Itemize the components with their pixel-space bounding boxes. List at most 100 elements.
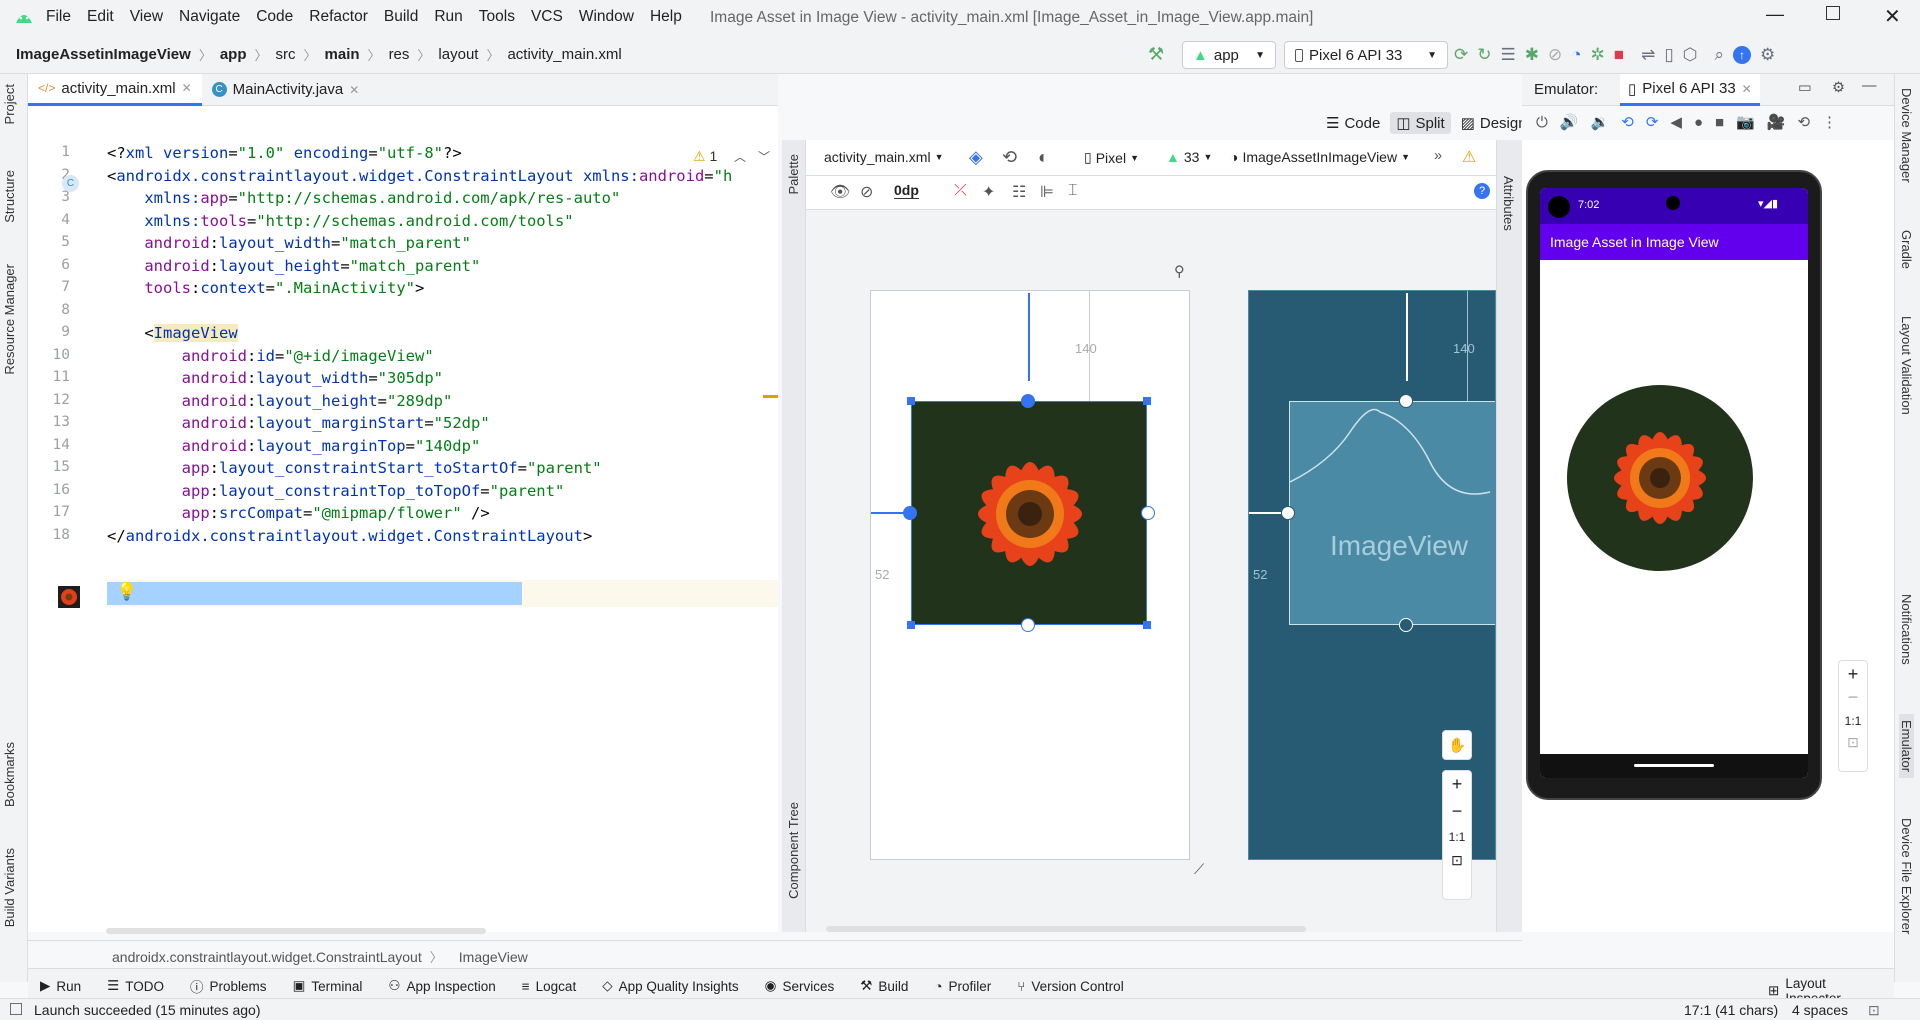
phone-screen[interactable]: 7:02 ▾◢▮ Image Asset in Image View bbox=[1540, 188, 1808, 778]
window-layout-icon[interactable]: ▭ bbox=[1798, 80, 1812, 96]
zoom-out-icon[interactable]: − bbox=[1443, 801, 1471, 822]
component-tree-tab[interactable]: Component Tree bbox=[786, 802, 801, 899]
warning-indicator[interactable]: ⚠ 1 bbox=[693, 148, 717, 165]
orientation-icon[interactable]: ⟲ bbox=[1002, 147, 1017, 168]
overview-icon[interactable]: ■ bbox=[1715, 114, 1724, 131]
pan-tool-button[interactable]: ✋ bbox=[1442, 730, 1472, 760]
menu-window[interactable]: Window bbox=[579, 8, 634, 26]
device-manager-icon[interactable]: ▯ bbox=[1664, 45, 1673, 65]
api-dropdown[interactable]: ▲ 33 ▼ bbox=[1166, 149, 1212, 165]
more-icon[interactable]: » bbox=[1434, 148, 1442, 164]
attach-debugger-icon[interactable]: ⊘ bbox=[1548, 45, 1562, 65]
zoom-fit-icon[interactable]: ⊡ bbox=[1443, 852, 1471, 869]
horizontal-scrollbar[interactable] bbox=[106, 928, 486, 934]
sdk-manager-icon[interactable]: ⬡ bbox=[1683, 45, 1698, 65]
volume-up-icon[interactable]: 🔊 bbox=[1560, 113, 1579, 131]
hammer-icon[interactable]: ⚒ bbox=[1148, 44, 1164, 65]
emulator-device-tab[interactable]: ▯ Pixel 6 API 33 ✕ bbox=[1620, 74, 1760, 106]
code-line[interactable]: android:layout_width="305dp" bbox=[107, 369, 443, 387]
crumb-src[interactable]: src bbox=[276, 46, 296, 63]
guidelines-icon[interactable]: ⌶ bbox=[1068, 182, 1078, 200]
close-tab-icon[interactable]: ✕ bbox=[182, 81, 192, 95]
device-dropdown[interactable]: Pixel 6 API 33 ▼ bbox=[1284, 41, 1448, 69]
view-options-icon[interactable]: 👁 bbox=[830, 182, 850, 202]
app-inspection-tab[interactable]: ⚇ App Inspection bbox=[388, 978, 495, 994]
menu-run[interactable]: Run bbox=[434, 8, 462, 26]
palette-tab[interactable]: Palette bbox=[786, 154, 801, 194]
volume-down-icon[interactable]: 🔉 bbox=[1591, 113, 1610, 131]
problems-tab[interactable]: ⓘ Problems bbox=[190, 976, 267, 996]
menu-view[interactable]: View bbox=[130, 8, 163, 26]
logcat-tab[interactable]: ≡ Logcat bbox=[522, 979, 576, 994]
version-control-tab[interactable]: ⑂ Version Control bbox=[1017, 979, 1123, 994]
device-file-explorer-tab[interactable]: Device File Explorer bbox=[1899, 818, 1914, 934]
zoom-actual-button[interactable]: 1:1 bbox=[1443, 830, 1471, 844]
terminal-tab[interactable]: ▣ Terminal bbox=[293, 978, 363, 994]
stop-icon[interactable]: ■ bbox=[1614, 45, 1624, 65]
home-icon[interactable]: ● bbox=[1694, 114, 1703, 131]
code-line[interactable]: android:layout_marginStart="52dp" bbox=[107, 414, 490, 432]
crumb-module[interactable]: app bbox=[220, 46, 247, 63]
emulator-tab[interactable]: Emulator bbox=[1899, 714, 1914, 779]
crumb-file[interactable]: activity_main.xml bbox=[507, 46, 621, 63]
profile-icon[interactable]: ◔ bbox=[1571, 45, 1581, 65]
menu-help[interactable]: Help bbox=[650, 8, 682, 26]
code-line[interactable]: <ImageView bbox=[107, 324, 238, 342]
minimize-icon[interactable]: — bbox=[1766, 4, 1784, 25]
tool-windows-icon[interactable] bbox=[10, 1003, 22, 1015]
app-quality-insights-tab[interactable]: ◇ App Quality Insights bbox=[602, 978, 738, 994]
resize-handle-bl[interactable] bbox=[907, 621, 915, 629]
menu-file[interactable]: File bbox=[46, 8, 71, 26]
split-mode-button[interactable]: ◫ Split bbox=[1390, 112, 1451, 134]
end-anchor[interactable] bbox=[1141, 506, 1155, 520]
file-dropdown[interactable]: activity_main.xml ▼ bbox=[824, 149, 944, 165]
imageview-selected[interactable] bbox=[911, 401, 1147, 625]
autoconnect-icon[interactable]: ⊘ bbox=[860, 182, 873, 202]
resize-handle-tl[interactable] bbox=[907, 397, 915, 405]
blueprint-top-anchor[interactable] bbox=[1399, 394, 1413, 408]
theme-dropdown[interactable]: ◑ ImageAssetInImageView ▼ bbox=[1230, 149, 1410, 165]
zoom-in-icon[interactable]: + bbox=[1839, 664, 1867, 685]
search-icon[interactable]: ⌕ bbox=[1715, 45, 1725, 65]
attributes-tab[interactable]: Attributes bbox=[1501, 176, 1516, 231]
blueprint-start-anchor[interactable] bbox=[1281, 506, 1295, 520]
gesture-handle[interactable] bbox=[1634, 764, 1714, 767]
crumb-main[interactable]: main bbox=[325, 46, 360, 63]
run-tab[interactable]: ▶ Run bbox=[40, 978, 81, 994]
code-line[interactable]: app:layout_constraintStart_toStartOf="pa… bbox=[107, 459, 602, 477]
crumb-constraint-layout[interactable]: androidx.constraintlayout.widget.Constra… bbox=[112, 949, 422, 965]
clear-constraints-icon[interactable]: ⤫ bbox=[954, 182, 967, 200]
tab-activity-main[interactable]: </> activity_main.xml ✕ bbox=[28, 73, 202, 106]
code-line[interactable]: android:layout_height="289dp" bbox=[107, 392, 453, 410]
rotate-left-icon[interactable]: ⟲ bbox=[1621, 113, 1634, 131]
code-line[interactable]: android:id="@+id/imageView" bbox=[107, 347, 434, 365]
services-tab[interactable]: ◉ Services bbox=[765, 978, 835, 994]
resource-manager-tab[interactable]: Resource Manager bbox=[2, 264, 17, 375]
code-line[interactable]: app:layout_constraintTop_toTopOf="parent… bbox=[107, 482, 565, 500]
code-line[interactable]: android:layout_height="match_parent" bbox=[107, 257, 480, 275]
logcat-icon[interactable]: ☰ bbox=[1501, 45, 1516, 65]
class-gutter-icon[interactable]: C bbox=[62, 175, 79, 192]
lightbulb-icon[interactable]: 💡 bbox=[116, 582, 137, 602]
top-anchor[interactable] bbox=[1021, 394, 1035, 408]
warning-icon[interactable]: ⚠ bbox=[1462, 147, 1476, 167]
close-icon[interactable]: ✕ bbox=[1884, 4, 1901, 29]
status-message[interactable]: Launch succeeded (15 minutes ago) bbox=[34, 1002, 260, 1018]
record-icon[interactable]: 🎥 bbox=[1767, 113, 1786, 131]
layers-icon[interactable]: ◈ bbox=[969, 147, 983, 168]
hide-icon[interactable]: — bbox=[1862, 78, 1877, 94]
lock-icon[interactable]: ⊡ bbox=[1868, 1002, 1880, 1019]
profiler-tab[interactable]: ◔ Profiler bbox=[934, 979, 991, 994]
prev-highlight-icon[interactable]: ︿ bbox=[734, 148, 746, 165]
project-tab[interactable]: Project bbox=[2, 84, 17, 124]
next-highlight-icon[interactable]: ﹀ bbox=[758, 148, 770, 165]
build-variants-tab[interactable]: Build Variants bbox=[2, 848, 17, 927]
zoom-actual-button[interactable]: 1:1 bbox=[1839, 714, 1867, 728]
code-line[interactable]: tools:context=".MainActivity"> bbox=[107, 279, 424, 297]
zoom-in-icon[interactable]: + bbox=[1443, 774, 1471, 795]
bookmarks-tab[interactable]: Bookmarks bbox=[2, 742, 17, 807]
menu-navigate[interactable]: Navigate bbox=[179, 8, 240, 26]
resize-grip-icon[interactable]: ⟋ bbox=[1194, 862, 1204, 878]
back-icon[interactable]: ◀ bbox=[1670, 113, 1682, 131]
close-tab-icon[interactable]: ✕ bbox=[349, 83, 359, 97]
